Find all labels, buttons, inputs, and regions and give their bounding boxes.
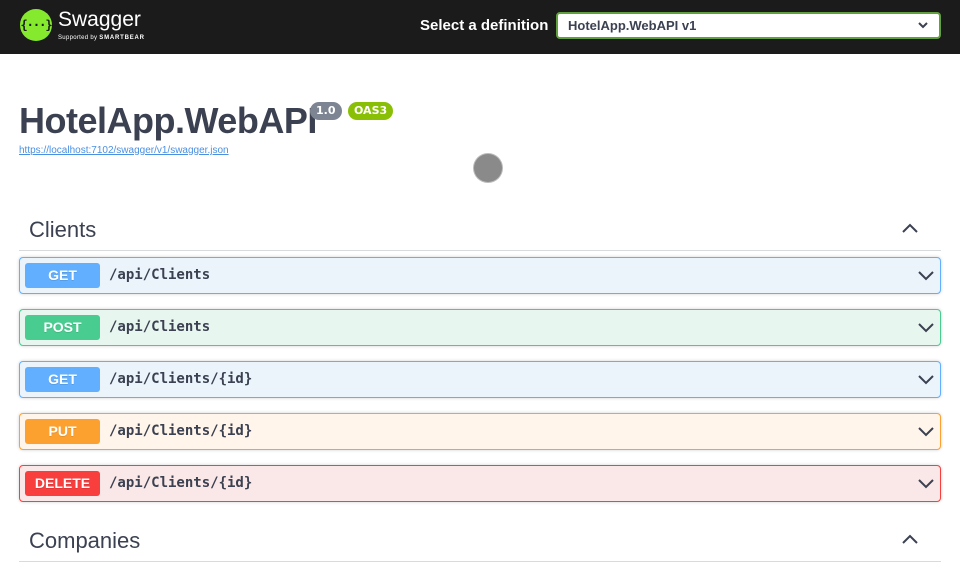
chevron-down-icon[interactable]	[918, 373, 934, 385]
method-badge: PUT	[25, 419, 100, 444]
swagger-logo-icon: {···}	[20, 9, 53, 41]
chevron-down-icon[interactable]	[918, 425, 934, 437]
chevron-down-icon[interactable]	[918, 269, 934, 281]
logo-company-text: SMARTBEAR	[99, 35, 145, 41]
operation-delete-client-by-id[interactable]: DELETE /api/Clients/{id}	[19, 465, 941, 502]
tag-name: Companies	[29, 528, 141, 553]
definition-select[interactable]: HotelApp.WebAPI v1	[556, 12, 941, 39]
method-badge: DELETE	[25, 471, 100, 496]
swagger-logo-name: Swagger	[58, 8, 141, 31]
api-title: HotelApp.WebAPI	[19, 100, 317, 141]
oas-badge: OAS3	[348, 102, 394, 120]
spec-url-link[interactable]: https://localhost:7102/swagger/v1/swagge…	[19, 145, 229, 156]
operation-get-client-by-id[interactable]: GET /api/Clients/{id}	[19, 361, 941, 398]
chevron-up-icon[interactable]	[901, 221, 919, 235]
tag-companies[interactable]: Companies	[19, 516, 941, 562]
chevron-down-icon	[918, 22, 928, 29]
loading-spinner	[474, 154, 502, 182]
logo-supported-text: Supported by	[58, 35, 98, 41]
operation-path: /api/Clients	[109, 319, 211, 335]
definition-label: Select a definition	[420, 17, 549, 34]
operation-put-client-by-id[interactable]: PUT /api/Clients/{id}	[19, 413, 941, 450]
operation-path: /api/Clients/{id}	[109, 475, 253, 491]
tag-clients[interactable]: Clients	[19, 205, 941, 251]
chevron-down-icon[interactable]	[918, 477, 934, 489]
method-badge: POST	[25, 315, 100, 340]
tag-name: Clients	[29, 217, 97, 242]
operation-path: /api/Clients	[109, 267, 211, 283]
method-badge: GET	[25, 263, 100, 288]
operation-post-clients[interactable]: POST /api/Clients	[19, 309, 941, 346]
definition-select-value: HotelApp.WebAPI v1	[568, 18, 697, 33]
version-badge: 1.0	[310, 102, 342, 120]
swagger-logo[interactable]: {···} Swagger Supported by SMARTBEAR	[20, 8, 160, 47]
operation-get-clients[interactable]: GET /api/Clients	[19, 257, 941, 294]
operation-path: /api/Clients/{id}	[109, 371, 253, 387]
chevron-down-icon[interactable]	[918, 321, 934, 333]
swagger-logo-subtitle: Supported by SMARTBEAR	[58, 35, 145, 41]
operation-path: /api/Clients/{id}	[109, 423, 253, 439]
topbar: {···} Swagger Supported by SMARTBEAR Sel…	[0, 0, 960, 54]
method-badge: GET	[25, 367, 100, 392]
chevron-up-icon[interactable]	[901, 532, 919, 546]
